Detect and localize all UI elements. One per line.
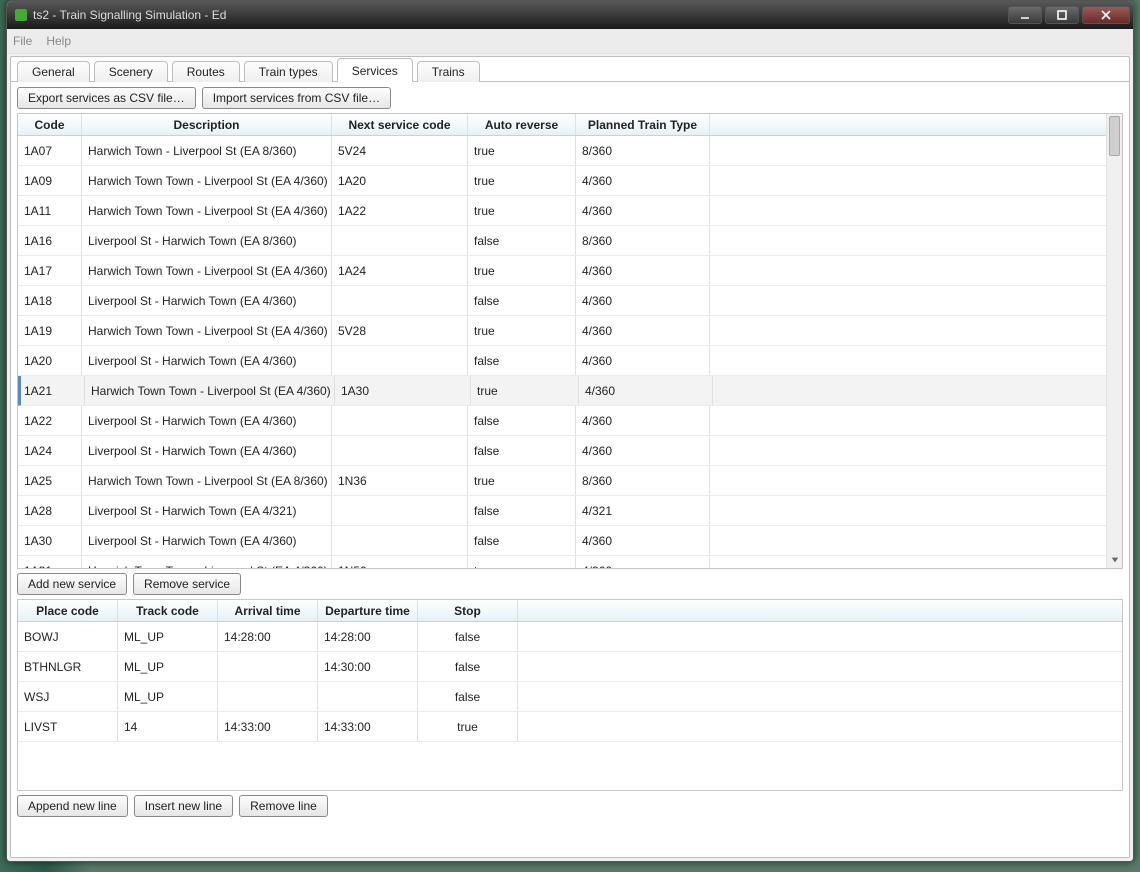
scroll-thumb[interactable] — [1109, 116, 1120, 156]
table-row[interactable]: 1A17Harwich Town Town - Liverpool St (EA… — [18, 256, 1122, 286]
col-description[interactable]: Description — [82, 114, 332, 135]
maximize-button[interactable] — [1045, 6, 1079, 24]
table-row[interactable]: WSJML_UPfalse — [18, 682, 1122, 712]
tab-services[interactable]: Services — [337, 58, 413, 82]
tab-general[interactable]: General — [17, 61, 90, 82]
table-row[interactable]: 1A09Harwich Town Town - Liverpool St (EA… — [18, 166, 1122, 196]
window-title: ts2 - Train Signalling Simulation - Ed — [33, 8, 226, 22]
col-auto-reverse[interactable]: Auto reverse — [468, 114, 576, 135]
stops-table-header: Place code Track code Arrival time Depar… — [18, 600, 1122, 622]
table-row[interactable]: 1A30Liverpool St - Harwich Town (EA 4/36… — [18, 526, 1122, 556]
table-row[interactable]: 1A31Harwich Town Town - Liverpool St (EA… — [18, 556, 1122, 568]
add-service-button[interactable]: Add new service — [17, 573, 127, 595]
table-row[interactable]: 1A18Liverpool St - Harwich Town (EA 4/36… — [18, 286, 1122, 316]
menubar: File Help — [7, 29, 1133, 54]
append-line-button[interactable]: Append new line — [17, 795, 128, 817]
tabs-row: GeneralSceneryRoutesTrain typesServicesT… — [11, 58, 1129, 82]
client-area: GeneralSceneryRoutesTrain typesServicesT… — [10, 56, 1130, 858]
table-row[interactable]: LIVST1414:33:0014:33:00true — [18, 712, 1122, 742]
titlebar[interactable]: ts2 - Train Signalling Simulation - Ed — [7, 1, 1133, 29]
remove-line-button[interactable]: Remove line — [239, 795, 328, 817]
table-row[interactable]: 1A11Harwich Town Town - Liverpool St (EA… — [18, 196, 1122, 226]
table-row[interactable]: 1A25Harwich Town Town - Liverpool St (EA… — [18, 466, 1122, 496]
table-row[interactable]: 1A16Liverpool St - Harwich Town (EA 8/36… — [18, 226, 1122, 256]
services-table-header: Code Description Next service code Auto … — [18, 114, 1122, 136]
close-button[interactable] — [1082, 6, 1130, 24]
services-table-body[interactable]: 1A07Harwich Town - Liverpool St (EA 8/36… — [18, 136, 1122, 568]
col-departure-time[interactable]: Departure time — [318, 600, 418, 621]
col-next-service[interactable]: Next service code — [332, 114, 468, 135]
col-planned-train-type[interactable]: Planned Train Type — [576, 114, 710, 135]
services-buttons: Add new service Remove service — [17, 573, 1123, 595]
table-row[interactable]: 1A22Liverpool St - Harwich Town (EA 4/36… — [18, 406, 1122, 436]
remove-service-button[interactable]: Remove service — [133, 573, 241, 595]
table-row[interactable]: BTHNLGRML_UP14:30:00false — [18, 652, 1122, 682]
menu-help[interactable]: Help — [46, 34, 71, 48]
tab-train-types[interactable]: Train types — [244, 61, 333, 82]
menu-file[interactable]: File — [13, 34, 32, 48]
col-arrival-time[interactable]: Arrival time — [218, 600, 318, 621]
table-row[interactable]: 1A07Harwich Town - Liverpool St (EA 8/36… — [18, 136, 1122, 166]
app-icon — [15, 9, 27, 21]
stops-buttons: Append new line Insert new line Remove l… — [17, 795, 1123, 817]
table-row[interactable]: 1A21Harwich Town Town - Liverpool St (EA… — [18, 376, 1122, 406]
col-code[interactable]: Code — [18, 114, 82, 135]
import-csv-button[interactable]: Import services from CSV file… — [202, 87, 391, 109]
table-row[interactable]: 1A20Liverpool St - Harwich Town (EA 4/36… — [18, 346, 1122, 376]
services-table: Code Description Next service code Auto … — [17, 113, 1123, 569]
col-place-code[interactable]: Place code — [18, 600, 118, 621]
stops-table: Place code Track code Arrival time Depar… — [17, 599, 1123, 791]
services-toolbar: Export services as CSV file… Import serv… — [17, 87, 1123, 109]
tab-content-services: Export services as CSV file… Import serv… — [11, 81, 1129, 857]
tab-scenery[interactable]: Scenery — [94, 61, 168, 82]
stops-table-body[interactable]: BOWJML_UP14:28:0014:28:00falseBTHNLGRML_… — [18, 622, 1122, 790]
export-csv-button[interactable]: Export services as CSV file… — [17, 87, 196, 109]
col-track-code[interactable]: Track code — [118, 600, 218, 621]
minimize-button[interactable] — [1008, 6, 1042, 24]
insert-line-button[interactable]: Insert new line — [134, 795, 233, 817]
scroll-down-icon[interactable] — [1107, 552, 1122, 568]
tab-trains[interactable]: Trains — [417, 61, 480, 82]
col-stop[interactable]: Stop — [418, 600, 518, 621]
table-row[interactable]: 1A19Harwich Town Town - Liverpool St (EA… — [18, 316, 1122, 346]
app-window: ts2 - Train Signalling Simulation - Ed F… — [6, 0, 1134, 862]
table-row[interactable]: BOWJML_UP14:28:0014:28:00false — [18, 622, 1122, 652]
table-row[interactable]: 1A24Liverpool St - Harwich Town (EA 4/36… — [18, 436, 1122, 466]
services-scrollbar[interactable] — [1106, 114, 1122, 568]
tab-routes[interactable]: Routes — [172, 61, 240, 82]
table-row[interactable]: 1A28Liverpool St - Harwich Town (EA 4/32… — [18, 496, 1122, 526]
